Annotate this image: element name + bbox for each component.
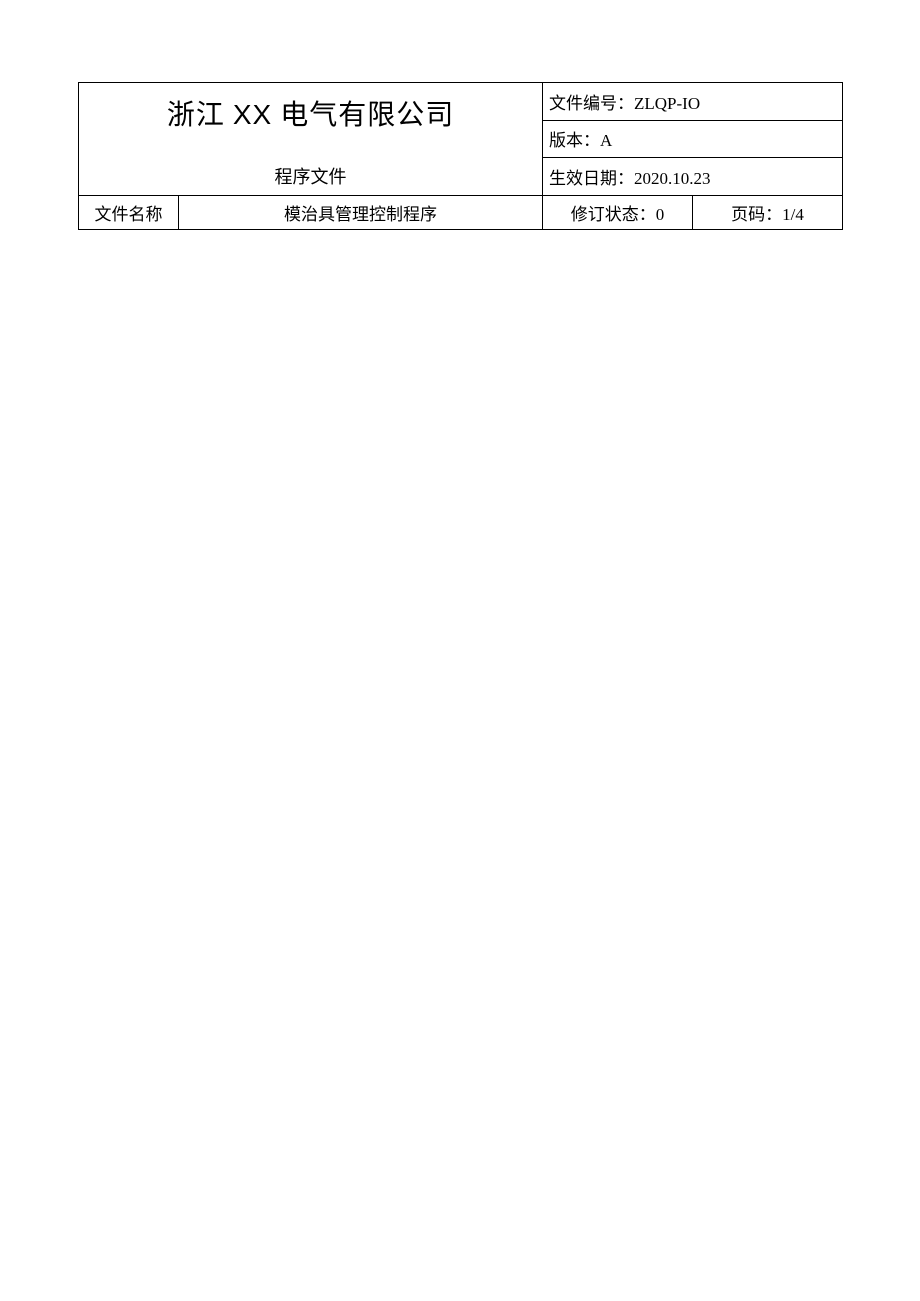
file-name-value-cell: 模治具管理控制程序 bbox=[179, 196, 543, 230]
header-row-1: 浙江 XX 电气有限公司 程序文件 文件编号：ZLQP-IO bbox=[79, 83, 843, 121]
file-name-label: 文件名称 bbox=[95, 205, 163, 224]
doc-number: 文件编号：ZLQP-IO bbox=[549, 94, 700, 113]
version: 版本：A bbox=[549, 131, 612, 150]
effective-date: 生效日期：2020.10.23 bbox=[549, 169, 711, 188]
doc-number-cell: 文件编号：ZLQP-IO bbox=[543, 83, 843, 121]
file-name-value: 模治具管理控制程序 bbox=[284, 205, 437, 224]
document-page: 浙江 XX 电气有限公司 程序文件 文件编号：ZLQP-IO 版本：A 生效日期… bbox=[0, 0, 920, 230]
file-name-label-cell: 文件名称 bbox=[79, 196, 179, 230]
page-number-cell: 页码：1/4 bbox=[693, 196, 843, 230]
revision-status-cell: 修订状态：0 bbox=[543, 196, 693, 230]
company-name: 浙江 XX 电气有限公司 bbox=[85, 87, 536, 137]
page-number: 页码：1/4 bbox=[731, 205, 804, 224]
company-suffix: 电气有限公司 bbox=[272, 100, 454, 131]
company-cell: 浙江 XX 电气有限公司 程序文件 bbox=[79, 83, 543, 196]
company-mid: XX bbox=[233, 99, 272, 130]
revision-status: 修订状态：0 bbox=[571, 205, 665, 224]
doc-type: 程序文件 bbox=[85, 137, 536, 191]
version-cell: 版本：A bbox=[543, 120, 843, 158]
header-row-2: 文件名称 模治具管理控制程序 修订状态：0 页码：1/4 bbox=[79, 196, 843, 230]
effective-date-cell: 生效日期：2020.10.23 bbox=[543, 158, 843, 196]
company-prefix: 浙江 bbox=[167, 100, 233, 131]
document-header-table: 浙江 XX 电气有限公司 程序文件 文件编号：ZLQP-IO 版本：A 生效日期… bbox=[78, 82, 843, 230]
